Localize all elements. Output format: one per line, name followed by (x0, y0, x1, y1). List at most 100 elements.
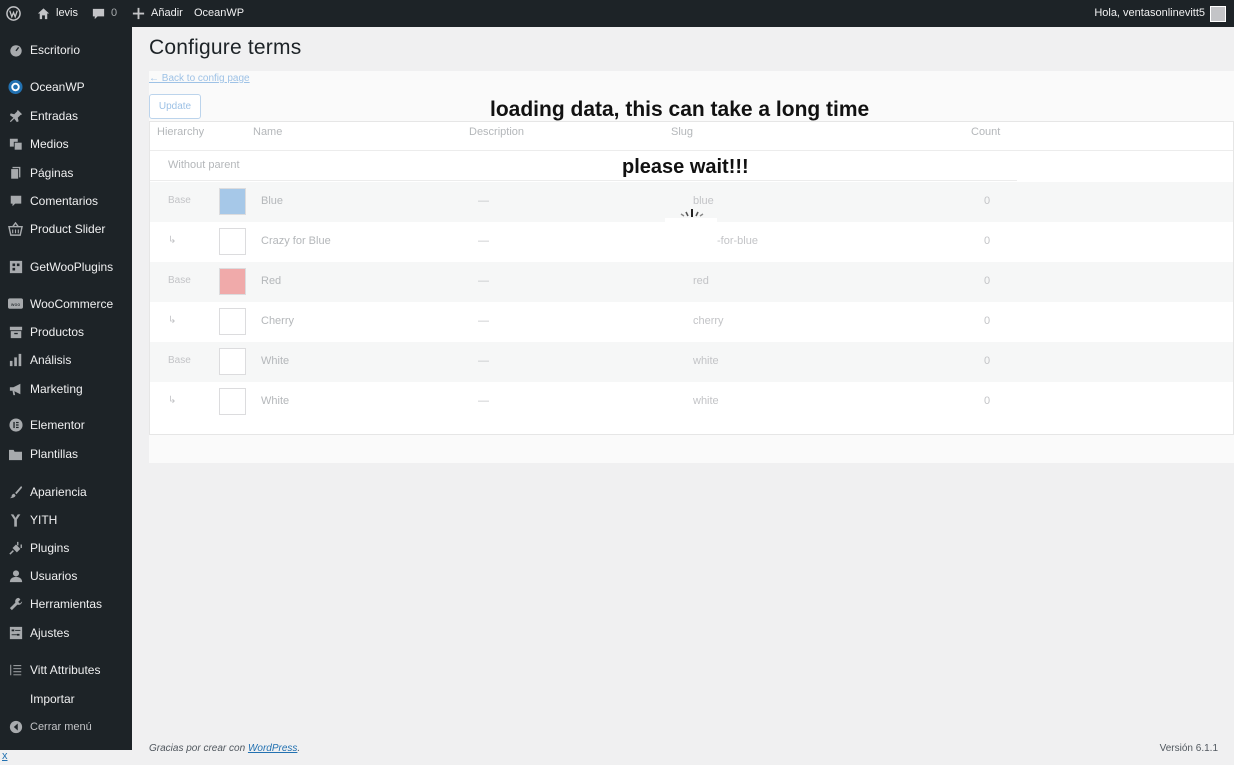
color-swatch[interactable] (219, 348, 246, 375)
sidebar-item-marketing[interactable]: Marketing (0, 376, 132, 402)
row-count: 0 (984, 395, 991, 407)
color-swatch[interactable] (219, 308, 246, 335)
admin-bar: levis 0 Añadir OceanWP Hola, ventasonlin… (0, 0, 1234, 27)
sidebar-item-label: Análisis (30, 353, 72, 367)
sidebar-item-label: Cerrar menú (30, 721, 92, 733)
new-content-link[interactable]: Añadir (131, 0, 183, 27)
column-header-count: Count (971, 126, 1001, 138)
column-header-name: Name (253, 126, 283, 138)
sidebar-item-label: Productos (30, 325, 85, 339)
row-name: Cherry (261, 315, 295, 327)
row-name: White (261, 395, 290, 407)
sidebar-item-paginas[interactable]: Páginas (0, 160, 132, 186)
sidebar-item-label: WooCommerce (30, 297, 114, 311)
new-label: Añadir (151, 7, 183, 19)
row-name: Crazy for Blue (261, 235, 331, 247)
footer-version: Versión 6.1.1 (1159, 743, 1218, 754)
sidebar-item-label: Marketing (30, 382, 83, 396)
wrench-icon (8, 597, 23, 612)
sidebar-item-label: Plugins (30, 541, 70, 555)
table-row[interactable]: ↳ White — white 0 (150, 382, 1233, 422)
comments-link[interactable]: 0 (91, 0, 117, 27)
sidebar-item-woocommerce[interactable]: woo WooCommerce (0, 291, 132, 317)
sidebar-item-vitt-attributes[interactable]: Vitt Attributes (0, 657, 132, 683)
page-title: Configure terms (149, 36, 302, 59)
row-slug: red (693, 275, 709, 287)
sidebar-item-getwooplugins[interactable]: GetWooPlugins (0, 254, 132, 280)
wordpress-logo-icon[interactable] (6, 0, 21, 27)
row-description: — (478, 395, 489, 407)
my-account-link[interactable]: Hola, ventasonlinevitt5 (1094, 0, 1226, 27)
table-row[interactable]: Base White — white 0 (150, 342, 1233, 382)
sidebar-item-plantillas[interactable]: Plantillas (0, 441, 132, 467)
plus-icon (132, 7, 145, 20)
loading-message: loading data, this can take a long time (490, 98, 870, 121)
woo-icon: woo (8, 297, 23, 312)
sidebar-item-apariencia[interactable]: Apariencia (0, 479, 132, 505)
sidebar-item-usuarios[interactable]: Usuarios (0, 563, 132, 589)
row-count: 0 (984, 315, 991, 327)
color-swatch[interactable] (219, 388, 246, 415)
color-swatch[interactable] (219, 268, 246, 295)
sidebar-item-label: Plantillas (30, 447, 79, 461)
sidebar-item-entradas[interactable]: Entradas (0, 103, 132, 129)
sidebar-item-elementor[interactable]: Elementor (0, 412, 132, 438)
update-button[interactable]: Update (149, 94, 201, 119)
site-name-link[interactable]: levis (36, 0, 78, 27)
sidebar-item-medios[interactable]: Medios (0, 131, 132, 157)
dashboard-icon (8, 43, 23, 58)
color-swatch[interactable] (219, 188, 246, 215)
sidebar-item-label: Comentarios (30, 194, 99, 208)
oceanwp-link[interactable]: OceanWP (194, 0, 244, 27)
row-description: — (478, 195, 489, 207)
column-header-description: Description (469, 126, 525, 138)
close-link[interactable]: x (2, 750, 8, 762)
divider (150, 180, 1017, 181)
sidebar-item-importar[interactable]: Importar (0, 686, 132, 712)
settings-icon (8, 626, 23, 641)
account-greeting: Hola, ventasonlinevitt5 (1094, 7, 1205, 19)
sidebar-item-oceanwp[interactable]: OceanWP (0, 74, 132, 100)
elementor-icon (8, 418, 23, 433)
loading-spinner-icon (680, 209, 704, 217)
child-arrow-icon: ↳ (168, 235, 177, 246)
sidebar-item-product-slider[interactable]: Product Slider (0, 216, 132, 242)
table-row[interactable]: Base Red — red 0 (150, 262, 1233, 302)
sidebar-item-label: Escritorio (30, 43, 81, 57)
row-name: White (261, 355, 290, 367)
back-to-config-link[interactable]: ← Back to config page (149, 73, 250, 84)
sidebar-item-label: YITH (30, 513, 58, 527)
sidebar-item-ajustes[interactable]: Ajustes (0, 620, 132, 646)
sidebar-item-comentarios[interactable]: Comentarios (0, 188, 132, 214)
sidebar-item-productos[interactable]: Productos (0, 319, 132, 345)
table-row[interactable]: ↳ Cherry — cherry 0 (150, 302, 1233, 342)
sidebar-item-escritorio[interactable]: Escritorio (0, 37, 132, 63)
row-hierarchy: Base (168, 355, 191, 366)
row-description: — (478, 355, 489, 367)
footer-thanks-suffix: . (297, 743, 301, 754)
avatar (1210, 5, 1226, 22)
row-count: 0 (984, 275, 991, 287)
row-slug: -for-blue (717, 235, 758, 247)
row-description: — (478, 275, 489, 287)
sidebar-item-plugins[interactable]: Plugins (0, 535, 132, 561)
sidebar-item-herramientas[interactable]: Herramientas (0, 591, 132, 617)
collapse-menu-button[interactable]: Cerrar menú (0, 714, 132, 740)
sidebar-item-label: Entradas (30, 109, 79, 123)
sidebar-item-yith[interactable]: YITH (0, 507, 132, 533)
wordpress-link[interactable]: WordPress (248, 743, 297, 754)
row-count: 0 (984, 195, 991, 207)
sidebar-item-label: Páginas (30, 166, 74, 180)
column-header-slug: Slug (671, 126, 694, 138)
row-count: 0 (984, 235, 991, 247)
sidebar-item-label: Importar (30, 692, 75, 706)
sidebar-item-label: Elementor (30, 418, 85, 432)
folder-icon (8, 447, 23, 462)
color-swatch[interactable] (219, 228, 246, 255)
oceanwp-icon (8, 79, 23, 95)
admin-sidebar: Escritorio OceanWP Entradas Medios Págin… (0, 27, 132, 750)
sidebar-item-label: Usuarios (30, 569, 78, 583)
chart-bar-icon (8, 353, 23, 368)
wait-message: please wait!!! (622, 156, 749, 178)
sidebar-item-analisis[interactable]: Análisis (0, 347, 132, 373)
